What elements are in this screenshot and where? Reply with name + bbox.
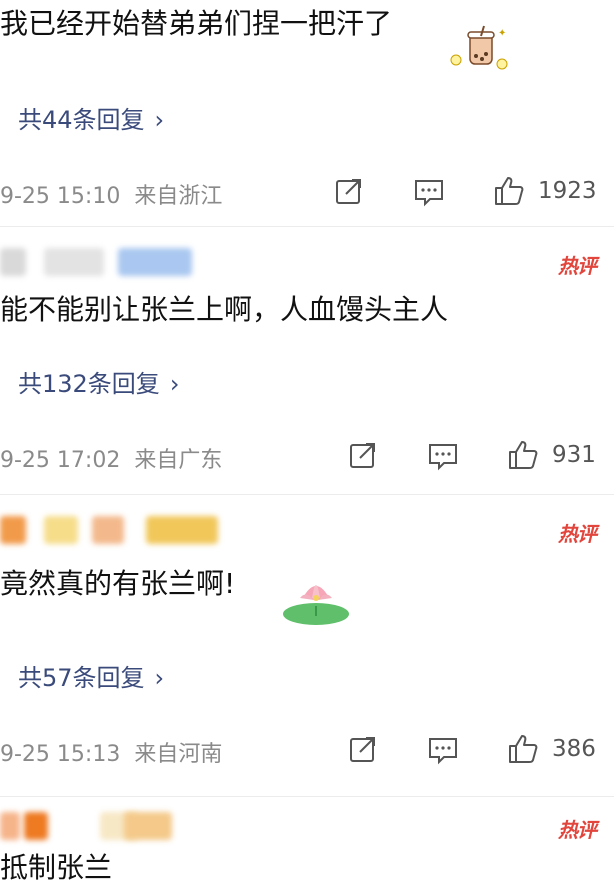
comment-text: 能不能别让张兰上啊，人血馒头主人: [0, 293, 449, 326]
replies-link[interactable]: 共57条回复 ›: [18, 662, 164, 694]
comment-icon[interactable]: [426, 438, 460, 472]
username-blurred[interactable]: [44, 516, 78, 544]
divider: [0, 796, 614, 797]
avatar[interactable]: [24, 812, 48, 840]
share-icon[interactable]: [332, 174, 366, 208]
replies-link-label: 共44条回复: [18, 106, 145, 134]
avatar[interactable]: [0, 248, 26, 276]
divider: [0, 494, 614, 495]
user-row: 热评: [0, 812, 614, 846]
hot-comment-badge: 热评: [558, 254, 597, 278]
badge-blurred: [124, 812, 172, 840]
bubble-tea-icon: ✦: [446, 24, 510, 72]
replies-link-label: 共57条回复: [18, 664, 145, 692]
chevron-right-icon: ›: [169, 370, 180, 398]
chevron-right-icon: ›: [154, 106, 165, 134]
like-icon[interactable]: [506, 438, 540, 472]
comment-icon[interactable]: [412, 174, 446, 208]
comment-text: 竟然真的有张兰啊!: [0, 567, 236, 600]
replies-link[interactable]: 共132条回复 ›: [18, 368, 179, 400]
share-icon[interactable]: [346, 732, 380, 766]
like-icon[interactable]: [506, 732, 540, 766]
hot-comment-badge: 热评: [558, 522, 597, 546]
comment-icon[interactable]: [426, 732, 460, 766]
comment-item: 热评 抵制张兰: [0, 806, 614, 886]
comment-meta: 9-25 17:02 来自广东 931: [0, 438, 614, 474]
comment-meta-text: 9-25 17:02 来自广东: [0, 448, 223, 473]
like-icon[interactable]: [492, 174, 526, 208]
comment-meta: 9-25 15:13 来自河南 386: [0, 732, 614, 768]
comment-text: 抵制张兰: [0, 851, 113, 884]
user-row: 热评: [0, 516, 614, 550]
comment-item: 我已经开始替弟弟们捏一把汗了 ✦ 共44条回复 › 9-25 15:10 来自浙江…: [0, 0, 614, 220]
comment-item: 热评 竟然真的有张兰啊! 共57条回复 › 9-25 15:13 来自河南 386: [0, 508, 614, 798]
lotus-icon: [282, 568, 358, 630]
replies-link-label: 共132条回复: [18, 370, 160, 398]
avatar[interactable]: [0, 516, 26, 544]
badge-blurred: [118, 248, 192, 276]
chevron-right-icon: ›: [154, 664, 165, 692]
username-blurred[interactable]: [92, 516, 124, 544]
comment-item: 热评 能不能别让张兰上啊，人血馒头主人 共132条回复 › 9-25 17:02 …: [0, 240, 614, 490]
username-blurred[interactable]: [44, 248, 104, 276]
hot-comment-badge: 热评: [558, 818, 597, 842]
avatar[interactable]: [0, 812, 20, 840]
comment-meta-text: 9-25 15:10 来自浙江: [0, 184, 223, 209]
user-row: 热评: [0, 248, 614, 282]
like-count: 386: [552, 736, 596, 762]
like-count: 1923: [538, 178, 597, 204]
badge-blurred: [146, 516, 218, 544]
divider: [0, 226, 614, 227]
replies-link[interactable]: 共44条回复 ›: [18, 104, 164, 136]
comment-meta-text: 9-25 15:13 来自河南: [0, 742, 223, 767]
svg-text:✦: ✦: [498, 28, 506, 39]
comment-meta: 9-25 15:10 来自浙江 1923: [0, 174, 614, 210]
share-icon[interactable]: [346, 438, 380, 472]
like-count: 931: [552, 442, 596, 468]
comment-text: 我已经开始替弟弟们捏一把汗了: [0, 7, 393, 40]
